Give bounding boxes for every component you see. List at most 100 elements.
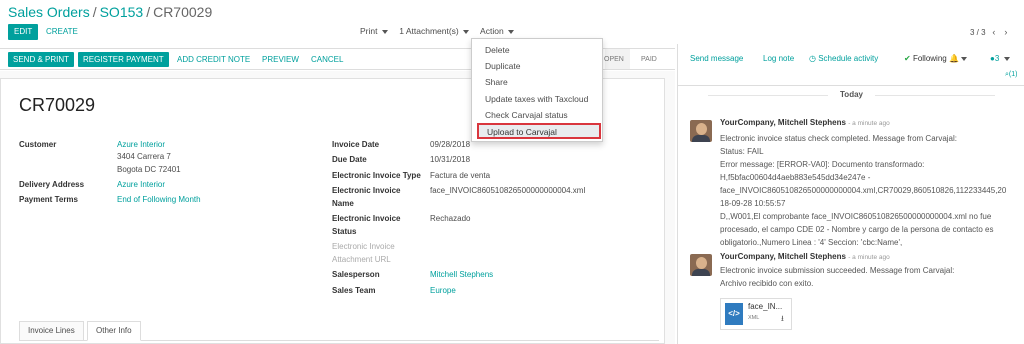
invoice-date-value: 09/28/2018 — [430, 140, 471, 149]
invoice-title: CR70029 — [19, 95, 96, 115]
add-credit-note-button[interactable]: ADD CREDIT NOTE — [177, 52, 250, 67]
customer-link[interactable]: Azure Interior — [117, 140, 165, 149]
attachment-type: XML — [748, 315, 760, 321]
message-line: face_INVOIC860510826500000000004.xml,CR7… — [720, 186, 1007, 195]
send-print-button[interactable]: SEND & PRINT — [8, 52, 75, 67]
print-menu[interactable]: Print — [360, 26, 388, 36]
author-name[interactable]: YourCompany, Mitchell Stephens — [720, 252, 846, 261]
sales-team-label: Sales Team — [332, 286, 376, 295]
breadcrumb-separator: / — [146, 4, 151, 20]
pager-previous-icon[interactable]: ‹ — [988, 27, 1000, 37]
stage-open[interactable]: OPEN — [604, 52, 624, 67]
notebook-tabs: Invoice Lines Other Info — [19, 319, 659, 341]
message-line: Error message: [ERROR-VA0]: Documento tr… — [720, 160, 925, 169]
attachment-name: face_IN... — [748, 302, 783, 311]
action-delete[interactable]: Delete — [485, 45, 510, 55]
electronic-invoice-status-label: Electronic Invoice — [332, 214, 401, 223]
sidebar-menu: Print 1 Attachment(s) Action — [360, 26, 523, 36]
electronic-invoice-name-label-2: Name — [332, 199, 354, 208]
customer-address-line2: Bogota DC 72401 — [117, 165, 181, 174]
bell-icon[interactable]: 🔔 — [949, 54, 959, 63]
electronic-invoice-type-label: Electronic Invoice Type — [332, 171, 421, 180]
electronic-invoice-url-label-2: Attachment URL — [332, 255, 391, 264]
code-file-icon: </> — [725, 303, 743, 325]
stage-paid[interactable]: PAID — [641, 52, 657, 67]
electronic-invoice-type-value: Factura de venta — [430, 171, 491, 180]
salesperson-label: Salesperson — [332, 270, 380, 279]
pager: 3 / 3 ‹ › — [970, 27, 1012, 37]
followers-count: 3 — [994, 54, 1000, 63]
schedule-activity-button[interactable]: ◷ Schedule activity — [809, 54, 878, 63]
following-label: Following — [912, 54, 947, 63]
xml-attachment[interactable]: </> face_IN... XML ⭳ — [720, 298, 792, 330]
pager-value[interactable]: 3 / 3 — [970, 28, 986, 37]
tab-invoice-lines[interactable]: Invoice Lines — [19, 321, 84, 341]
caret-down-icon — [1003, 56, 1010, 61]
print-label: Print — [360, 26, 378, 36]
payment-terms-label: Payment Terms — [19, 195, 78, 204]
pager-next-icon[interactable]: › — [1000, 27, 1012, 37]
create-button[interactable]: CREATE — [46, 24, 78, 40]
message-line: Electronic invoice submission succeeded.… — [720, 266, 955, 275]
tab-other-info[interactable]: Other Info — [87, 321, 141, 341]
register-payment-button[interactable]: REGISTER PAYMENT — [78, 52, 169, 67]
action-menu[interactable]: Action — [480, 26, 515, 36]
invoice-date-label: Invoice Date — [332, 140, 380, 149]
action-upload-to-carvajal[interactable]: Upload to Carvajal — [477, 123, 601, 139]
clock-icon: ◷ — [809, 54, 816, 63]
avatar[interactable] — [690, 120, 712, 142]
electronic-invoice-status-label-2: Status — [332, 227, 357, 236]
message-line: 18-09-28 10:55:57 — [720, 199, 786, 208]
preview-button[interactable]: PREVIEW — [262, 52, 299, 67]
caret-down-icon — [508, 29, 515, 34]
send-message-button[interactable]: Send message — [690, 54, 743, 63]
followers-button[interactable]: ●3 — [990, 54, 1010, 63]
author-name[interactable]: YourCompany, Mitchell Stephens — [720, 118, 846, 127]
electronic-invoice-name-label: Electronic Invoice — [332, 186, 401, 195]
salesperson-link[interactable]: Mitchell Stephens — [430, 270, 493, 279]
caret-down-icon — [463, 29, 470, 34]
message-time: - a minute ago — [848, 254, 890, 261]
breadcrumb-so153[interactable]: SO153 — [100, 4, 144, 20]
check-icon: ✔ — [904, 54, 911, 63]
payment-terms-link[interactable]: End of Following Month — [117, 195, 201, 204]
customer-label: Customer — [19, 140, 57, 149]
chatter-topbar: Send message Log note ◷ Schedule activit… — [678, 44, 1024, 86]
caret-down-icon — [960, 56, 967, 61]
avatar[interactable] — [690, 254, 712, 276]
action-check-carvajal-status[interactable]: Check Carvajal status — [485, 110, 568, 120]
delivery-address-link[interactable]: Azure Interior — [117, 180, 165, 189]
chatter: Send message Log note ◷ Schedule activit… — [677, 44, 1024, 344]
attachments-menu[interactable]: 1 Attachment(s) — [399, 26, 470, 36]
breadcrumb-current: CR70029 — [153, 4, 213, 20]
attachments-counter[interactable]: ⌕(1) — [1005, 71, 1017, 79]
message-line: D,,W001,El comprobante face_INVOIC860510… — [720, 212, 992, 221]
download-icon[interactable]: ⭳ — [781, 313, 784, 327]
action-dropdown: Delete Duplicate Share Update taxes with… — [471, 38, 603, 142]
message-author: YourCompany, Mitchell Stephens - a minut… — [720, 118, 890, 127]
delivery-address-label: Delivery Address — [19, 180, 85, 189]
action-duplicate[interactable]: Duplicate — [485, 61, 520, 71]
schedule-activity-label: Schedule activity — [818, 54, 879, 63]
message-time: - a minute ago — [848, 120, 890, 127]
caret-down-icon — [381, 29, 388, 34]
message-line: Status: FAIL — [720, 147, 764, 156]
action-update-taxes[interactable]: Update taxes with Taxcloud — [485, 94, 588, 104]
message-author: YourCompany, Mitchell Stephens - a minut… — [720, 252, 890, 261]
breadcrumb-sales-orders[interactable]: Sales Orders — [8, 4, 90, 20]
due-date-value: 10/31/2018 — [430, 155, 471, 164]
message-line: procesado, el campo CDE 02 - Nombre y ca… — [720, 225, 994, 234]
message-line: H,f5bfac00604d4aeb883e545dd34e247e - — [720, 173, 871, 182]
cancel-button[interactable]: CANCEL — [311, 52, 343, 67]
electronic-invoice-url-label: Electronic Invoice — [332, 242, 395, 251]
following-button[interactable]: ✔ Following 🔔 — [904, 54, 967, 63]
message-line: Electronic invoice status check complete… — [720, 134, 957, 143]
due-date-label: Due Date — [332, 155, 367, 164]
edit-button[interactable]: EDIT — [8, 24, 39, 40]
attachments-label: 1 Attachment(s) — [399, 26, 459, 36]
date-separator: Today — [678, 90, 1024, 99]
log-note-button[interactable]: Log note — [763, 54, 794, 63]
customer-address-line1: 3404 Carrera 7 — [117, 152, 171, 161]
sales-team-link[interactable]: Europe — [430, 286, 456, 295]
action-share[interactable]: Share — [485, 77, 508, 87]
